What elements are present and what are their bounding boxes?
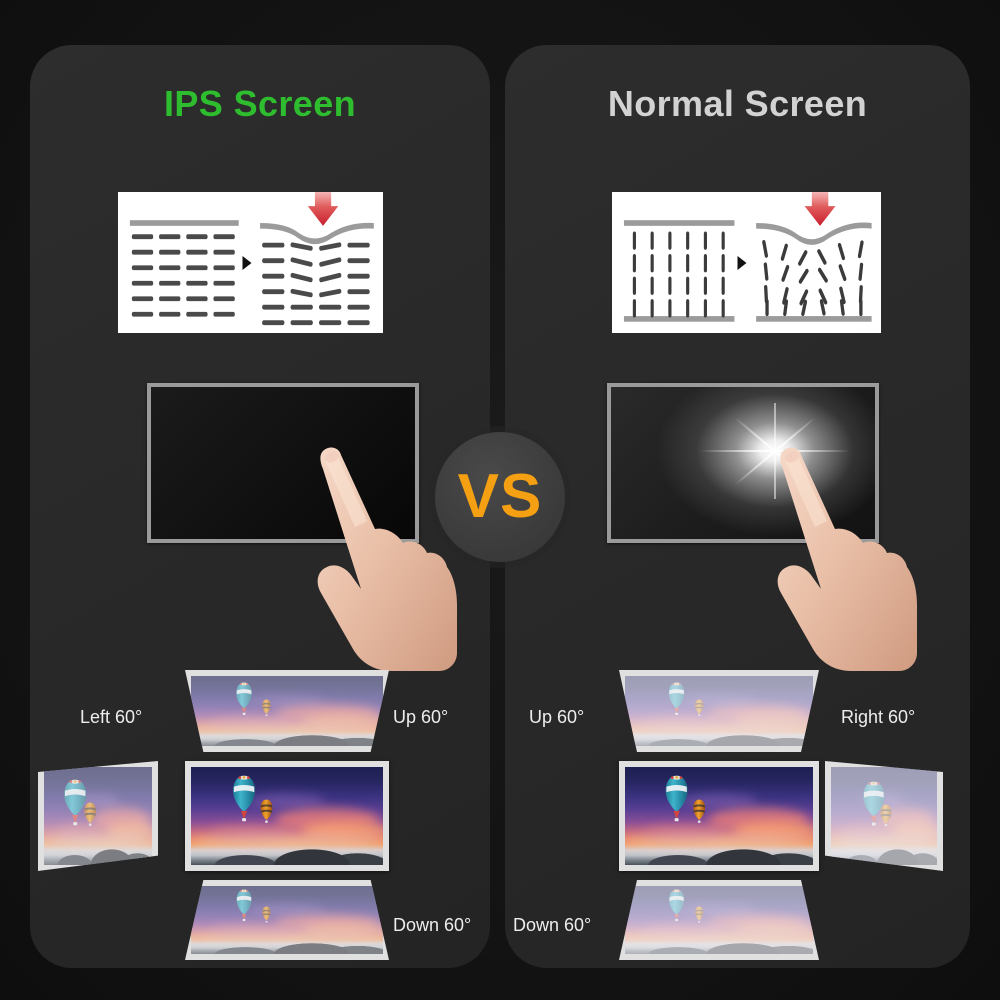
vs-badge-label: VS <box>457 462 543 531</box>
angle-label-down-normal: Down 60° <box>513 915 592 935</box>
angle-label-down-ips: Down 60° <box>393 915 472 935</box>
monitor-demo-ips <box>147 383 457 671</box>
angle-view-down-normal <box>619 880 819 960</box>
angle-view-right-normal <box>825 761 943 871</box>
crystal-state-before-ips <box>126 192 243 333</box>
panel-normal-screen: Normal Screen Up 60° Right 60° Down 60° <box>505 45 970 968</box>
crystal-diagram-ips <box>118 192 383 333</box>
press-arrow-down-icon <box>804 192 836 226</box>
crystal-state-after-ips <box>256 192 378 333</box>
ips-vs-normal-screen-infographic: IPS Screen Left 60° Up 60° Down 60° Norm… <box>0 0 1000 1000</box>
panel-ips-screen: IPS Screen Left 60° Up 60° Down 60° <box>30 45 490 968</box>
crystal-state-after-normal <box>752 192 876 333</box>
pointing-hand-icon <box>759 441 949 671</box>
angle-label-up-ips: Up 60° <box>393 707 449 727</box>
crystal-diagram-normal <box>612 192 881 333</box>
page-title-ips: IPS Screen <box>163 83 357 124</box>
vs-badge: VS <box>435 432 565 562</box>
monitor-demo-normal <box>607 383 917 671</box>
triangle-right-icon <box>737 255 747 270</box>
angle-view-up-normal <box>619 670 819 752</box>
press-arrow-down-icon <box>307 192 339 226</box>
angle-label-right-normal: Right 60° <box>841 707 916 727</box>
crystal-state-before-normal <box>620 192 738 333</box>
page-title-normal: Normal Screen <box>607 83 868 124</box>
angle-view-left-ips <box>38 761 158 871</box>
angle-view-center-ips <box>185 761 389 871</box>
angle-view-down-ips <box>185 880 389 960</box>
viewing-angle-grid-ips: Left 60° Up 60° Down 60° <box>30 657 490 967</box>
viewing-angle-grid-normal: Up 60° Right 60° Down 60° <box>505 657 970 967</box>
triangle-right-icon <box>242 255 252 270</box>
angle-view-up-ips <box>185 670 389 752</box>
angle-view-center-normal <box>619 761 819 871</box>
angle-label-left-ips: Left 60° <box>80 707 143 727</box>
angle-label-up-normal: Up 60° <box>529 707 585 727</box>
